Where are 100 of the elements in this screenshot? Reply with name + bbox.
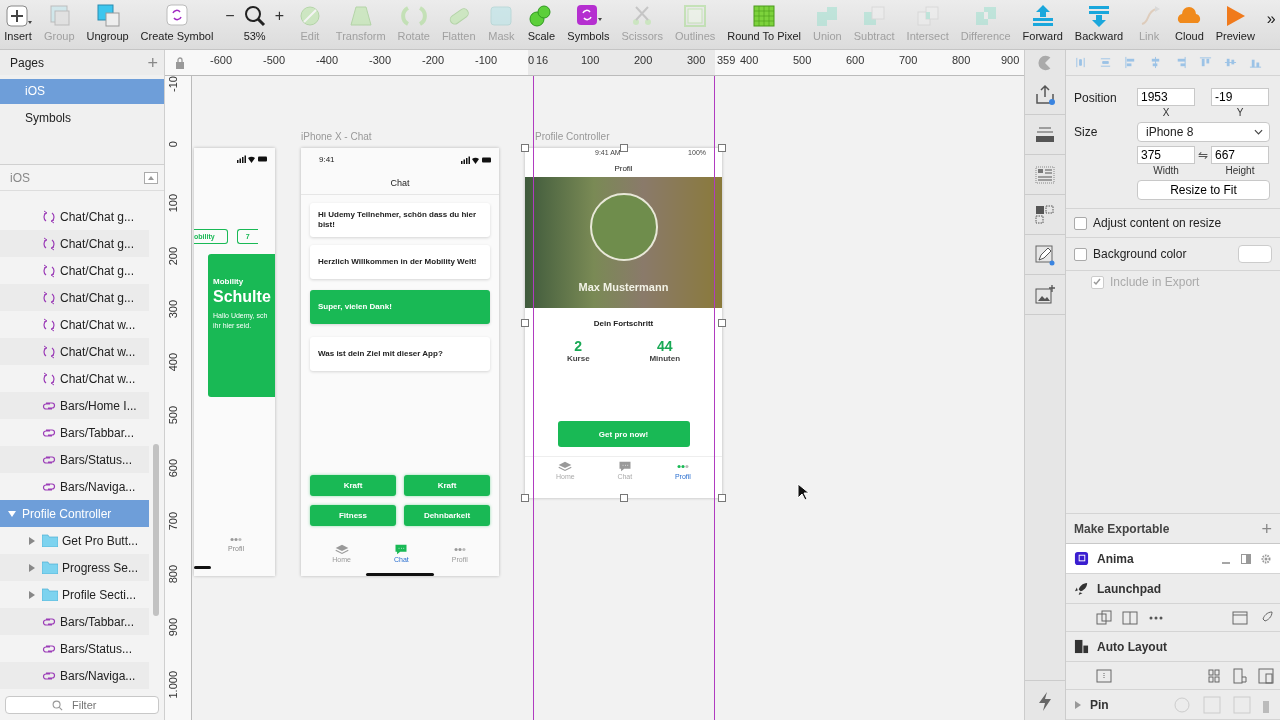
browser-window-icon[interactable] xyxy=(1232,609,1248,626)
layer-item[interactable]: Bars/Home I... xyxy=(0,392,149,419)
toolbar-button[interactable]: Ungroup xyxy=(84,4,131,42)
layer-item[interactable]: Progress Se... xyxy=(0,554,149,581)
toolbar-button[interactable]: Create Symbol xyxy=(138,4,216,42)
toolbar-button[interactable]: Cloud xyxy=(1173,4,1206,42)
resize-handle[interactable] xyxy=(521,144,529,152)
checkbox[interactable] xyxy=(1074,216,1087,230)
toolbar-button[interactable]: Round To Pixel xyxy=(725,4,804,42)
sync-arrows-icon xyxy=(42,209,56,224)
status-time: 9:41 xyxy=(319,155,335,164)
layer-item[interactable]: Chat/Chat g... xyxy=(0,284,149,311)
pointer-cursor-icon xyxy=(797,483,809,501)
field-caption: Height xyxy=(1225,165,1255,176)
align-middle-icon[interactable] xyxy=(1224,56,1237,69)
ruler-label: 500 xyxy=(793,54,812,66)
y-field[interactable]: -19 xyxy=(1211,88,1269,106)
toolbar-button[interactable]: Forward xyxy=(1020,4,1065,42)
align-left-icon[interactable] xyxy=(1124,56,1137,69)
toolbar-button[interactable]: Symbols xyxy=(565,4,612,42)
resize-handle[interactable] xyxy=(718,494,726,502)
symbol-grid-icon[interactable] xyxy=(1034,203,1056,226)
distribute-vertical-icon[interactable] xyxy=(1099,56,1112,69)
layer-name: Bars/Home I... xyxy=(60,398,137,413)
plugin-name: Anima xyxy=(1097,551,1134,566)
width-field[interactable]: 375 xyxy=(1137,146,1195,164)
collapse-icon[interactable] xyxy=(144,171,158,184)
link-frames-icon[interactable] xyxy=(1096,609,1112,626)
grid-icon[interactable] xyxy=(1206,667,1222,684)
toolbar-button[interactable]: − + 53% xyxy=(223,4,286,42)
distribute-horizontal-icon[interactable] xyxy=(1074,56,1087,69)
height-field[interactable]: 667 xyxy=(1211,146,1269,164)
sidebar-toggle-icon[interactable] xyxy=(1240,552,1252,565)
resize-handle[interactable] xyxy=(718,319,726,327)
layer-name: Chat/Chat w... xyxy=(60,371,136,386)
size-dropdown[interactable]: iPhone 8 xyxy=(1137,122,1270,142)
folder-icon xyxy=(42,588,58,601)
scrollbar[interactable] xyxy=(153,444,159,616)
lock-icon[interactable] xyxy=(175,57,185,69)
add-image-icon[interactable] xyxy=(1034,283,1056,306)
checkbox[interactable] xyxy=(1074,247,1087,261)
ruler-label: 700 xyxy=(899,54,918,66)
nav-title: Chat xyxy=(301,164,499,195)
chat-bubble: Hi Udemy Teilnehmer, schön dass du hier bist! xyxy=(310,203,490,237)
resize-handle[interactable] xyxy=(521,494,529,502)
resize-handle[interactable] xyxy=(619,144,628,152)
layer-item[interactable]: Chat/Chat g... xyxy=(0,257,149,284)
layer-item[interactable]: Bars/Tabbar... xyxy=(0,419,149,446)
collapsed-triangle-icon[interactable] xyxy=(28,563,36,572)
layer-item[interactable]: Chat/Chat w... xyxy=(0,365,149,392)
resize-handle[interactable] xyxy=(718,144,726,152)
layer-name: Chat/Chat g... xyxy=(60,236,135,251)
pencil-edit-icon[interactable] xyxy=(1034,243,1056,266)
pin-options-drawing[interactable] xyxy=(1172,694,1272,715)
filter-field[interactable]: Filter xyxy=(5,696,159,714)
resize-handle[interactable] xyxy=(619,494,628,502)
toolbar-button[interactable]: Insert xyxy=(2,4,34,42)
phone-portrait-icon[interactable] xyxy=(1232,667,1248,684)
folder-icon xyxy=(42,534,58,547)
zoom-in-button[interactable]: + xyxy=(274,7,284,25)
link-dimensions-toggle[interactable]: ⇋ xyxy=(1195,146,1211,162)
toolbar-button[interactable]: Preview xyxy=(1213,4,1257,42)
layer-item[interactable]: Chat/Chat g... xyxy=(0,203,149,230)
layer-item[interactable]: Bars/Status... xyxy=(0,635,149,662)
x-field[interactable]: 1953 xyxy=(1137,88,1195,106)
collapsed-triangle-icon[interactable] xyxy=(28,590,36,599)
layer-item[interactable]: Get Pro Butt... xyxy=(0,527,149,554)
ruler-label: 600 xyxy=(846,54,865,66)
ruler-label: -400 xyxy=(316,54,339,66)
collapsed-triangle-icon[interactable] xyxy=(1074,700,1082,709)
search-icon xyxy=(52,700,63,711)
tablet-icon[interactable] xyxy=(1258,667,1274,684)
resize-to-fit-button[interactable]: Resize to Fit xyxy=(1137,180,1270,200)
align-center-icon[interactable] xyxy=(1149,56,1162,69)
split-view-icon[interactable] xyxy=(1122,609,1138,626)
collapsed-triangle-icon[interactable] xyxy=(28,536,36,545)
layer-item[interactable]: Profile Secti... xyxy=(0,581,149,608)
layer-item[interactable]: Bars/Naviga... xyxy=(0,662,149,689)
layer-item[interactable]: Chat/Chat g... xyxy=(0,230,149,257)
align-top-icon[interactable] xyxy=(1199,56,1212,69)
stack-frame-icon[interactable] xyxy=(1096,667,1112,684)
text-list-icon[interactable] xyxy=(1034,163,1056,186)
ruler-label: 16 xyxy=(536,54,549,66)
ruler-label: 500 xyxy=(167,406,179,425)
toolbar-button[interactable]: Scale xyxy=(525,4,558,42)
layer-item[interactable]: Chat/Chat w... xyxy=(0,311,149,338)
page-item[interactable]: Symbols xyxy=(0,106,164,131)
toolbar-button[interactable]: Backward xyxy=(1072,4,1126,42)
settings-icon[interactable] xyxy=(1260,552,1272,565)
layer-item[interactable]: Bars/Status... xyxy=(0,446,149,473)
color-swatch[interactable] xyxy=(1238,245,1272,263)
export-icon[interactable] xyxy=(1034,83,1056,106)
layer-item[interactable]: Bars/Tabbar... xyxy=(0,608,149,635)
layer-item[interactable]: Bars/Naviga... xyxy=(0,473,149,500)
zoom-out-button[interactable]: − xyxy=(225,7,235,25)
expanded-triangle-icon[interactable] xyxy=(8,509,16,518)
layer-item[interactable]: Chat/Chat w... xyxy=(0,338,149,365)
chat-bubble-icon xyxy=(393,544,410,555)
overflow-button[interactable]: » xyxy=(1264,4,1278,28)
resize-handle[interactable] xyxy=(521,319,529,327)
